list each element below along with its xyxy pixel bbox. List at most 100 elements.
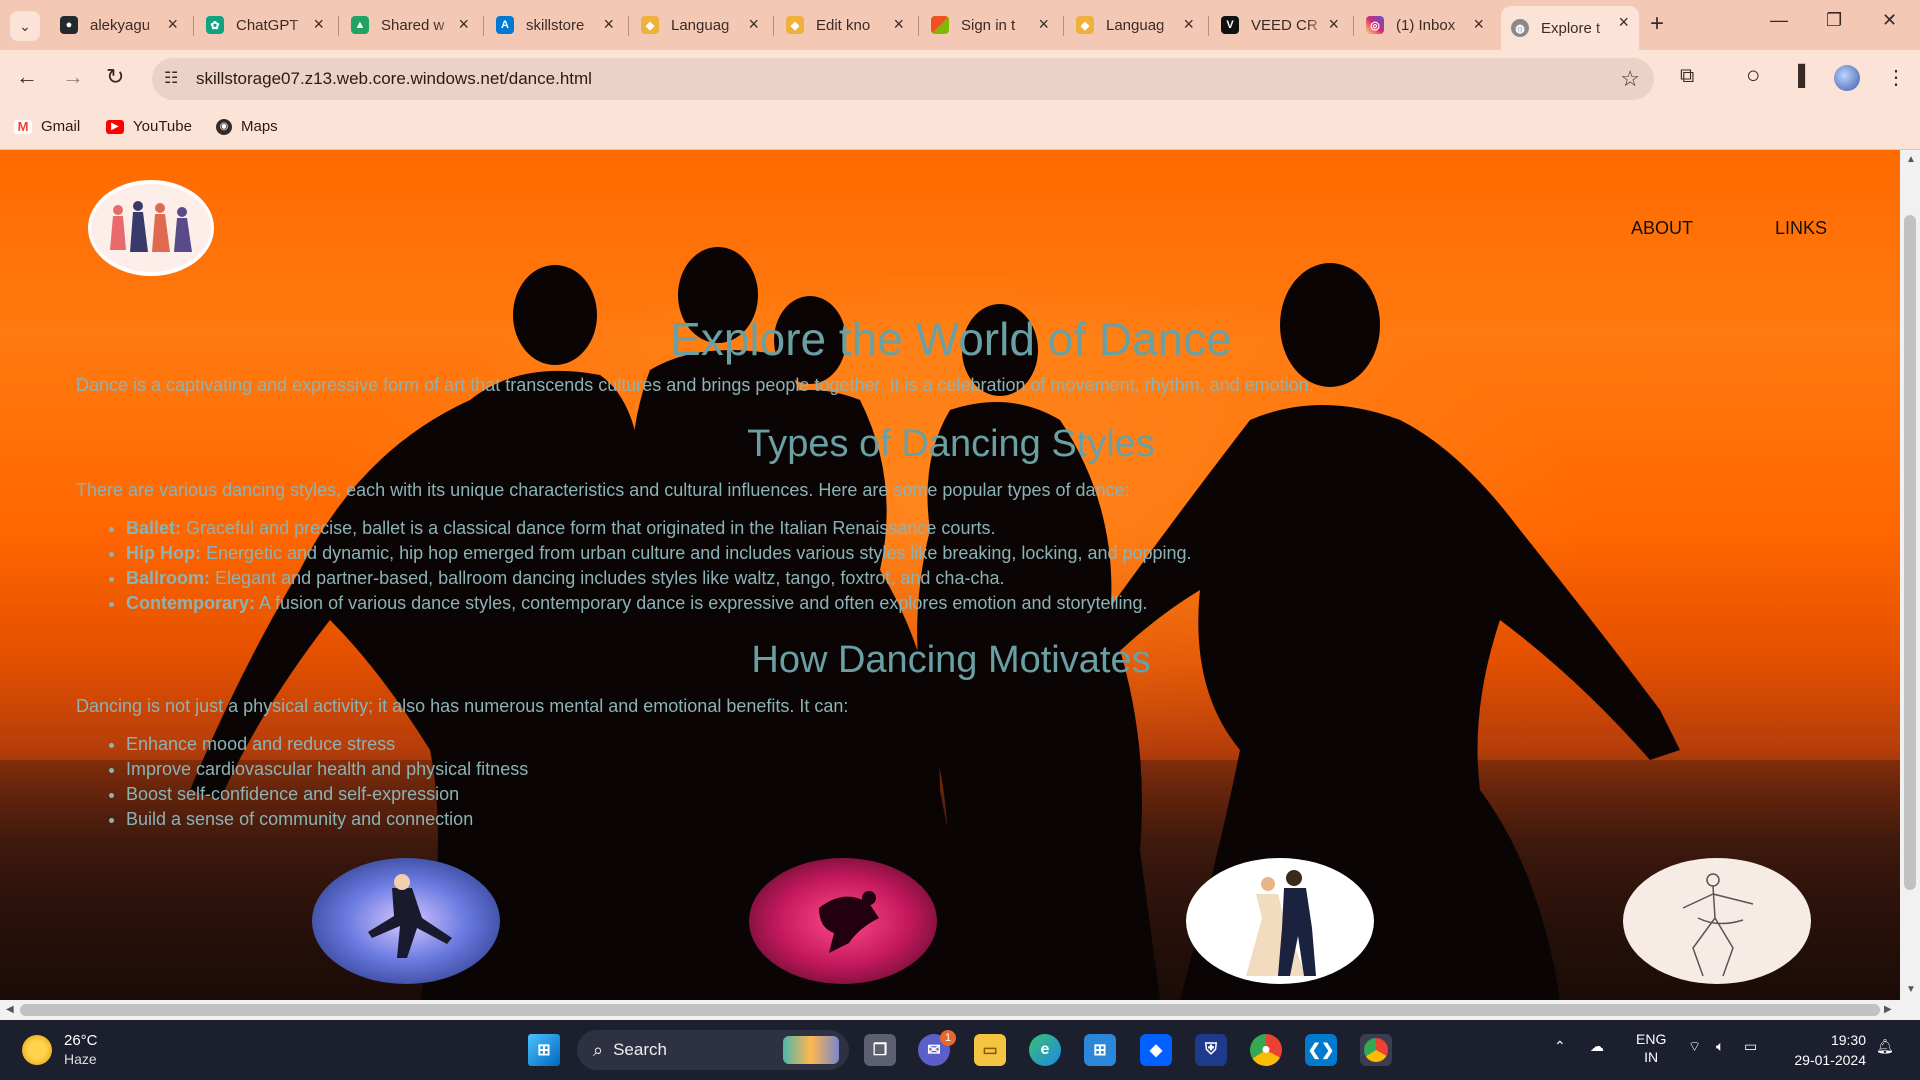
globe-icon: ◍ (1511, 19, 1529, 37)
profile-circle-icon[interactable]: ○ (1746, 62, 1761, 90)
close-icon[interactable]: × (1473, 15, 1484, 33)
dance-styles-list: Ballet: Graceful and precise, ballet is … (126, 516, 1192, 616)
task-view-icon[interactable]: ❐ (864, 1034, 896, 1066)
system-clock[interactable]: 19:30 29-01-2024 (1780, 1030, 1866, 1070)
wifi-icon[interactable]: ⌔ (1688, 1038, 1701, 1056)
hiphop-image (749, 858, 937, 984)
address-bar[interactable]: ☷ skillstorage07.z13.web.core.windows.ne… (152, 58, 1654, 100)
avatar[interactable] (1834, 65, 1860, 91)
list-item: Contemporary: A fusion of various dance … (126, 591, 1192, 616)
instagram-icon: ◎ (1366, 16, 1384, 34)
site-logo[interactable] (88, 180, 214, 276)
list-item: Hip Hop: Energetic and dynamic, hip hop … (126, 541, 1192, 566)
dropbox-icon[interactable]: ◆ (1140, 1034, 1172, 1066)
list-item: Ballroom: Elegant and partner-based, bal… (126, 566, 1192, 591)
benefits-list: Enhance mood and reduce stress Improve c… (126, 732, 528, 832)
intro-paragraph: Dance is a captivating and expressive fo… (76, 375, 1314, 395)
tab-github[interactable]: ● alekyagu × (50, 8, 188, 42)
tab-instagram-inbox[interactable]: ◎ (1) Inbox × (1356, 8, 1494, 42)
list-item: Enhance mood and reduce stress (126, 732, 528, 757)
close-icon[interactable]: × (313, 15, 324, 33)
bookmark-maps[interactable]: ◉ Maps (216, 118, 278, 135)
tab-veed[interactable]: V VEED CR × (1211, 8, 1349, 42)
nav-about-link[interactable]: ABOUT (1631, 218, 1693, 239)
scroll-down-arrow[interactable]: ▼ (1906, 984, 1916, 995)
azure-icon: A (496, 16, 514, 34)
notifications-bell-icon[interactable]: 🔔︎ (1876, 1038, 1894, 1055)
tab-shared-drive[interactable]: ▲ Shared w × (341, 8, 479, 42)
battery-icon[interactable]: ▭ (1744, 1038, 1757, 1055)
volume-icon[interactable]: 🔈︎ (1716, 1038, 1724, 1055)
url-text[interactable]: skillstorage07.z13.web.core.windows.net/… (196, 69, 592, 89)
close-icon[interactable]: × (748, 15, 759, 33)
back-button[interactable]: ← (16, 64, 38, 90)
menu-icon[interactable]: ⋮ (1886, 65, 1906, 90)
close-icon[interactable]: × (458, 15, 469, 33)
styles-intro-paragraph: There are various dancing styles, each w… (76, 480, 1130, 500)
tab-chatgpt[interactable]: ✿ ChatGPT × (196, 8, 334, 42)
bookmark-youtube[interactable]: ▶ YouTube (106, 118, 192, 135)
gmail-icon: M (14, 119, 32, 134)
language-icon: ◆ (641, 16, 659, 34)
restore-button[interactable]: ❐ (1826, 10, 1842, 31)
weather-condition: Haze (64, 1051, 97, 1067)
bookmark-gmail[interactable]: M Gmail (14, 118, 80, 135)
tab-language-1[interactable]: ◆ Languag × (631, 8, 769, 42)
close-icon[interactable]: × (1328, 15, 1339, 33)
chrome-active-icon[interactable] (1360, 1034, 1392, 1066)
tab-search-button[interactable]: ⌄ (10, 11, 40, 41)
reload-button[interactable]: ↻ (106, 64, 124, 90)
vertical-scrollbar-thumb[interactable] (1904, 215, 1916, 890)
github-icon: ● (60, 16, 78, 34)
tab-strip: ⌄ ● alekyagu × ✿ ChatGPT × ▲ Shared w × … (0, 0, 1920, 50)
show-hidden-icons-chevron-icon[interactable]: ⌃ (1554, 1038, 1566, 1055)
close-icon[interactable]: × (167, 15, 178, 33)
scroll-left-arrow[interactable]: ◀ (6, 1004, 14, 1015)
edge-browser-icon[interactable]: e (1029, 1034, 1061, 1066)
scroll-right-arrow[interactable]: ▶ (1884, 1004, 1892, 1015)
close-window-button[interactable]: ✕ (1882, 10, 1897, 31)
tab-skillstorage[interactable]: A skillstore × (486, 8, 624, 42)
close-icon[interactable]: × (893, 15, 904, 33)
language-indicator[interactable]: ENG IN (1636, 1030, 1666, 1066)
bookmark-star-icon[interactable]: ☆ (1620, 66, 1640, 92)
tab-language-2[interactable]: ◆ Languag × (1066, 8, 1204, 42)
chatgpt-icon: ✿ (206, 16, 224, 34)
tab-explore-dance[interactable]: ◍ Explore t × (1501, 6, 1639, 50)
horizontal-scrollbar-thumb[interactable] (20, 1004, 1880, 1016)
new-tab-button[interactable]: + (1650, 10, 1664, 38)
search-highlight-icon (783, 1036, 839, 1064)
close-icon[interactable]: × (1038, 15, 1049, 33)
site-info-icon[interactable]: ☷ (164, 68, 178, 88)
list-item: Boost self-confidence and self-expressio… (126, 782, 528, 807)
file-explorer-icon[interactable]: ▭ (974, 1034, 1006, 1066)
microsoft-icon (931, 16, 949, 34)
close-icon[interactable]: × (603, 15, 614, 33)
close-icon[interactable]: × (1618, 13, 1629, 31)
vscode-icon[interactable]: ❮❯ (1305, 1034, 1337, 1066)
weather-widget[interactable]: 26°C Haze (22, 1032, 98, 1068)
taskbar-search[interactable]: ⌕ Search (577, 1030, 849, 1070)
scroll-up-arrow[interactable]: ▲ (1906, 154, 1916, 165)
chrome-icon[interactable]: ● (1250, 1034, 1282, 1066)
minimize-button[interactable]: — (1770, 10, 1788, 31)
windows-start-icon[interactable]: ⊞ (528, 1034, 560, 1066)
notification-badge: 1 (940, 1030, 956, 1046)
tab-edit-knowledge[interactable]: ◆ Edit kno × (776, 8, 914, 42)
defender-icon[interactable]: ⛨ (1195, 1034, 1227, 1066)
extensions-icon[interactable]: ⧉ (1680, 65, 1694, 88)
microsoft-store-icon[interactable]: ⊞ (1084, 1034, 1116, 1066)
contemporary-image (1623, 858, 1811, 984)
windows-taskbar: 26°C Haze ⊞ ⌕ Search ❐ ✉ 1 ▭ e ⊞ ◆ ⛨ ● ❮… (0, 1020, 1920, 1080)
nav-links-link[interactable]: LINKS (1775, 218, 1827, 239)
weather-temp: 26°C (64, 1032, 98, 1049)
tab-sign-in[interactable]: Sign in t × (921, 8, 1059, 42)
browser-toolbar: ← → ↻ ☷ skillstorage07.z13.web.core.wind… (0, 50, 1920, 108)
forward-button[interactable]: → (62, 64, 84, 90)
google-drive-icon: ▲ (351, 16, 369, 34)
close-icon[interactable]: × (1183, 15, 1194, 33)
motivates-heading: How Dancing Motivates (751, 639, 1151, 681)
page-viewport: ABOUT LINKS Explore the World of Dance D… (0, 150, 1900, 1000)
side-panel-icon[interactable]: ▐ (1791, 65, 1805, 88)
onedrive-icon[interactable]: ☁ (1590, 1038, 1604, 1055)
